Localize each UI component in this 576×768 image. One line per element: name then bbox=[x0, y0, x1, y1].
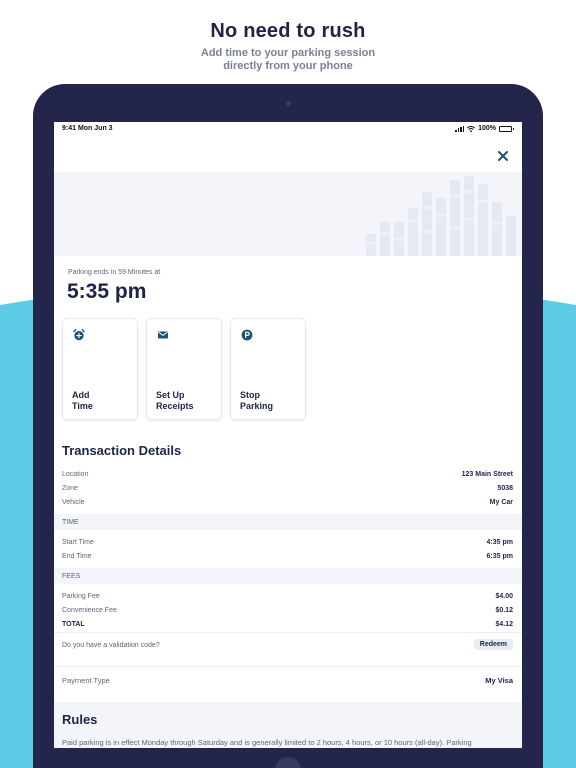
total-label: TOTAL bbox=[62, 621, 85, 628]
app-screen: 9:41 Mon Jun 3 100% Parking ends in 59 M… bbox=[54, 122, 522, 748]
parking-fee-label: Parking Fee bbox=[62, 593, 100, 600]
zone-label: Zone bbox=[62, 485, 78, 492]
map-banner bbox=[54, 172, 522, 256]
envelope-icon bbox=[158, 331, 168, 339]
wifi-icon bbox=[467, 125, 476, 132]
start-time-label: Start Time bbox=[62, 539, 94, 546]
rules-text: Paid parking is in effect Monday through… bbox=[62, 738, 472, 747]
promo-headline: No need to rush bbox=[210, 20, 366, 42]
payment-type-value: My Visa bbox=[485, 676, 513, 685]
signal-icon bbox=[455, 125, 465, 132]
promo-subhead: Add time to your parking session directl… bbox=[0, 47, 576, 73]
battery-icon bbox=[499, 125, 514, 132]
status-bar: 9:41 Mon Jun 3 100% bbox=[54, 122, 522, 136]
promo-subhead-line2: directly from your phone bbox=[223, 60, 353, 72]
promo-subhead-line1: Add time to your parking session bbox=[200, 47, 376, 59]
parking-ends-label: Parking ends in 59 Minutes at bbox=[68, 269, 161, 276]
add-time-label: Add Time bbox=[72, 390, 93, 411]
city-skyline-graphic bbox=[366, 176, 516, 256]
alarm-clock-icon bbox=[73, 329, 85, 341]
stop-parking-button[interactable]: Stop Parking bbox=[230, 318, 306, 420]
convenience-fee-value: $0.12 bbox=[495, 607, 513, 614]
parking-end-time: 5:35 pm bbox=[67, 280, 147, 303]
zone-value: 5038 bbox=[497, 485, 513, 492]
time-section-header: TIME bbox=[54, 514, 522, 530]
rules-title: Rules bbox=[62, 712, 98, 727]
validation-question: Do you have a validation code? bbox=[62, 642, 160, 649]
end-time-value: 6:35 pm bbox=[486, 553, 513, 560]
end-time-label: End Time bbox=[62, 553, 92, 560]
convenience-fee-label: Convenience Fee bbox=[62, 607, 117, 614]
location-value: 123 Main Street bbox=[461, 471, 513, 478]
camera-dot bbox=[286, 101, 291, 106]
vehicle-value: My Car bbox=[489, 499, 513, 506]
location-label: Location bbox=[62, 471, 89, 478]
transaction-details-title: Transaction Details bbox=[62, 443, 182, 458]
stop-parking-label: Stop Parking bbox=[240, 390, 274, 411]
status-time: 9:41 Mon Jun 3 bbox=[62, 125, 113, 132]
add-time-button[interactable]: Add Time bbox=[62, 318, 138, 420]
divider bbox=[54, 632, 522, 633]
set-up-receipts-label: Set Up Receipts bbox=[156, 390, 194, 411]
total-value: $4.12 bbox=[495, 621, 513, 628]
vehicle-label: Vehicle bbox=[62, 499, 85, 506]
close-icon[interactable] bbox=[495, 148, 511, 164]
status-indicators: 100% bbox=[455, 125, 514, 132]
divider bbox=[54, 666, 522, 667]
payment-type-label: Payment Type bbox=[62, 676, 110, 685]
battery-percent: 100% bbox=[478, 125, 496, 132]
fees-section-header: FEES bbox=[54, 568, 522, 584]
start-time-value: 4:35 pm bbox=[486, 539, 513, 546]
set-up-receipts-button[interactable]: Set Up Receipts bbox=[146, 318, 222, 420]
redeem-button[interactable]: Redeem bbox=[473, 639, 513, 650]
parking-icon bbox=[241, 329, 253, 341]
parking-fee-value: $4.00 bbox=[495, 593, 513, 600]
